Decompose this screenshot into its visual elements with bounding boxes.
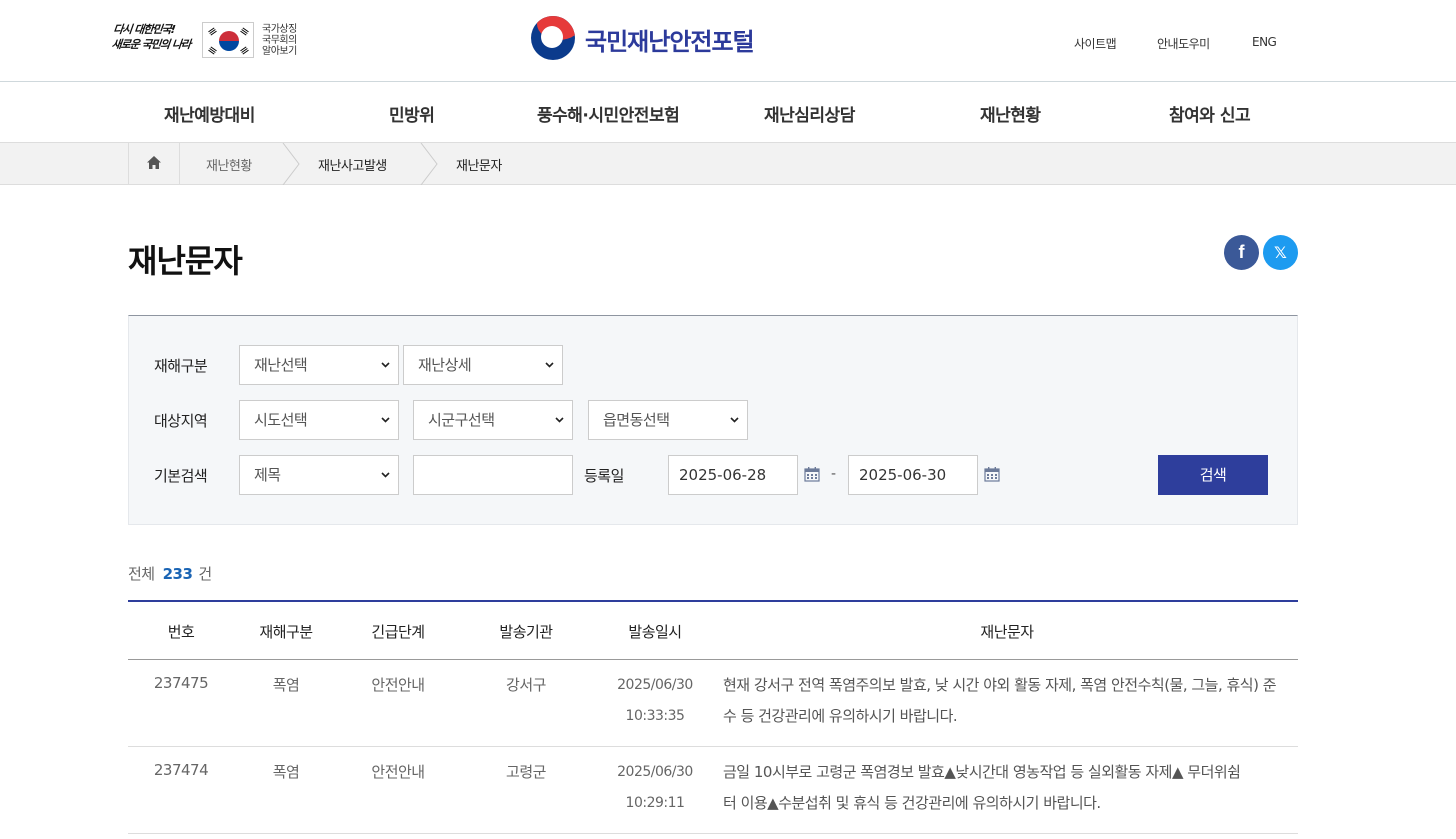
cell-agency: 고령군	[506, 763, 546, 781]
date-separator: -	[831, 466, 837, 482]
page-title: 재난문자	[128, 242, 243, 280]
national-symbol-link[interactable]: 국가상징 국무회의 알아보기	[262, 24, 297, 57]
date-to-input[interactable]: 2025-06-30	[848, 455, 978, 495]
count-suffix: 건	[198, 565, 212, 583]
cell-level: 안전안내	[371, 676, 425, 694]
sitemap-link[interactable]: 사이트맵	[1074, 35, 1117, 52]
calendar-icon[interactable]	[804, 466, 820, 482]
search-field-select[interactable]: 제목	[239, 455, 399, 495]
nav-report[interactable]: 참여와 신고	[1169, 101, 1251, 126]
government-emblem-icon	[531, 16, 575, 60]
site-title: 국민재난안전포털	[585, 28, 755, 56]
top-header: 다시 대한민국! 새로운 국민의 나라 국가상징 국무회의 알아보기 국민재난안…	[0, 0, 1456, 82]
sigungu-select[interactable]: 시군구선택	[413, 400, 573, 440]
chevron-down-icon	[545, 362, 554, 368]
breadcrumb-item[interactable]: 재난사고발생	[318, 155, 387, 174]
disaster-message-table: 번호 재해구분 긴급단계 발송기관 발송일시 재난문자 237475 폭염 안전…	[128, 600, 1298, 834]
table-header: 번호 재해구분 긴급단계 발송기관 발송일시 재난문자	[128, 600, 1298, 660]
search-field-value: 제목	[254, 466, 281, 484]
chevron-down-icon	[555, 417, 564, 423]
guide-link[interactable]: 안내도우미	[1157, 35, 1210, 52]
home-icon[interactable]	[128, 143, 180, 184]
disaster-select-value: 재난선택	[254, 356, 308, 374]
count-prefix: 전체	[128, 565, 155, 583]
main-navigation: 재난예방대비 민방위 풍수해·시민안전보험 재난심리상담 재난현황 참여와 신고	[0, 82, 1456, 143]
nav-disaster-status[interactable]: 재난현황	[980, 101, 1041, 126]
chevron-down-icon	[381, 362, 390, 368]
slogan-line-2: 새로운 국민의 나라	[110, 38, 191, 51]
chevron-right-icon	[420, 143, 438, 185]
slogan-logo[interactable]: 다시 대한민국! 새로운 국민의 나라	[110, 22, 200, 60]
sido-select-value: 시도선택	[254, 411, 308, 429]
nav-insurance[interactable]: 풍수해·시민안전보험	[537, 101, 680, 126]
chevron-right-icon	[282, 143, 300, 185]
keyword-input[interactable]	[413, 455, 573, 495]
label-region: 대상지역	[154, 412, 208, 430]
cell-datetime: 2025/06/30 10:29:11	[594, 757, 716, 819]
eupmyeondong-select-value: 읍면동선택	[603, 411, 670, 429]
x-share-icon[interactable]: 𝕏	[1263, 235, 1298, 270]
col-level: 긴급단계	[371, 623, 425, 641]
table-row[interactable]: 237474 폭염 안전안내 고령군 2025/06/30 10:29:11 금…	[128, 747, 1298, 834]
disaster-select[interactable]: 재난선택	[239, 345, 399, 385]
result-count: 전체 233 건	[128, 563, 212, 584]
cell-time: 10:29:11	[625, 795, 685, 811]
search-button[interactable]: 검색	[1158, 455, 1268, 495]
search-panel: 재해구분 재난선택 재난상세 대상지역 시도선택 시군구선택 읍면동선택 기본검…	[128, 315, 1298, 525]
english-link[interactable]: ENG	[1252, 35, 1277, 49]
cell-date: 2025/06/30	[617, 764, 693, 780]
national-symbol-line-3: 알아보기	[262, 46, 297, 57]
col-agency: 발송기관	[499, 623, 553, 641]
cell-datetime: 2025/06/30 10:33:35	[594, 670, 716, 732]
facebook-share-icon[interactable]: f	[1224, 235, 1259, 270]
chevron-down-icon	[381, 472, 390, 478]
cell-message[interactable]: 현재 강서구 전역 폭염주의보 발효, 낮 시간 야외 활동 자제, 폭염 안전…	[723, 670, 1288, 732]
chevron-down-icon	[730, 417, 739, 423]
cell-type: 폭염	[272, 763, 300, 781]
national-symbol-line-1: 국가상징	[262, 24, 297, 35]
cell-number: 237475	[153, 674, 209, 692]
table-row[interactable]: 237475 폭염 안전안내 강서구 2025/06/30 10:33:35 현…	[128, 660, 1298, 747]
label-disaster-type: 재해구분	[154, 357, 208, 375]
calendar-icon[interactable]	[984, 466, 1000, 482]
sido-select[interactable]: 시도선택	[239, 400, 399, 440]
cell-type: 폭염	[272, 676, 300, 694]
label-basic-search: 기본검색	[154, 467, 208, 485]
date-from-input[interactable]: 2025-06-28	[668, 455, 798, 495]
breadcrumb-item[interactable]: 재난현황	[206, 155, 252, 174]
taegukgi-flag-icon[interactable]	[202, 22, 254, 58]
col-type: 재해구분	[259, 623, 313, 641]
nav-prevention[interactable]: 재난예방대비	[164, 101, 255, 126]
nav-civil-defense[interactable]: 민방위	[389, 101, 435, 126]
nav-counseling[interactable]: 재난심리상담	[764, 101, 855, 126]
cell-date: 2025/06/30	[617, 677, 693, 693]
col-datetime: 발송일시	[628, 623, 682, 641]
cell-level: 안전안내	[371, 763, 425, 781]
sigungu-select-value: 시군구선택	[428, 411, 495, 429]
site-logo[interactable]: 국민재난안전포털	[531, 16, 771, 62]
national-symbol-line-2: 국무회의	[262, 35, 297, 46]
cell-agency: 강서구	[506, 676, 546, 694]
col-message: 재난문자	[980, 623, 1034, 641]
breadcrumb-current: 재난문자	[456, 159, 502, 174]
slogan-line-1: 다시 대한민국!	[112, 23, 176, 36]
chevron-down-icon	[381, 417, 390, 423]
col-number: 번호	[167, 623, 195, 641]
disaster-detail-value: 재난상세	[418, 356, 472, 374]
cell-message[interactable]: 금일 10시부로 고령군 폭염경보 발효▲낮시간대 영농작업 등 실외활동 자제…	[723, 757, 1253, 819]
cell-number: 237474	[153, 761, 209, 779]
label-register-date: 등록일	[584, 467, 624, 485]
breadcrumb: 재난현황 재난사고발생 재난문자	[0, 143, 1456, 185]
disaster-detail-select[interactable]: 재난상세	[403, 345, 563, 385]
eupmyeondong-select[interactable]: 읍면동선택	[588, 400, 748, 440]
cell-time: 10:33:35	[625, 708, 685, 724]
count-number: 233	[162, 565, 193, 583]
